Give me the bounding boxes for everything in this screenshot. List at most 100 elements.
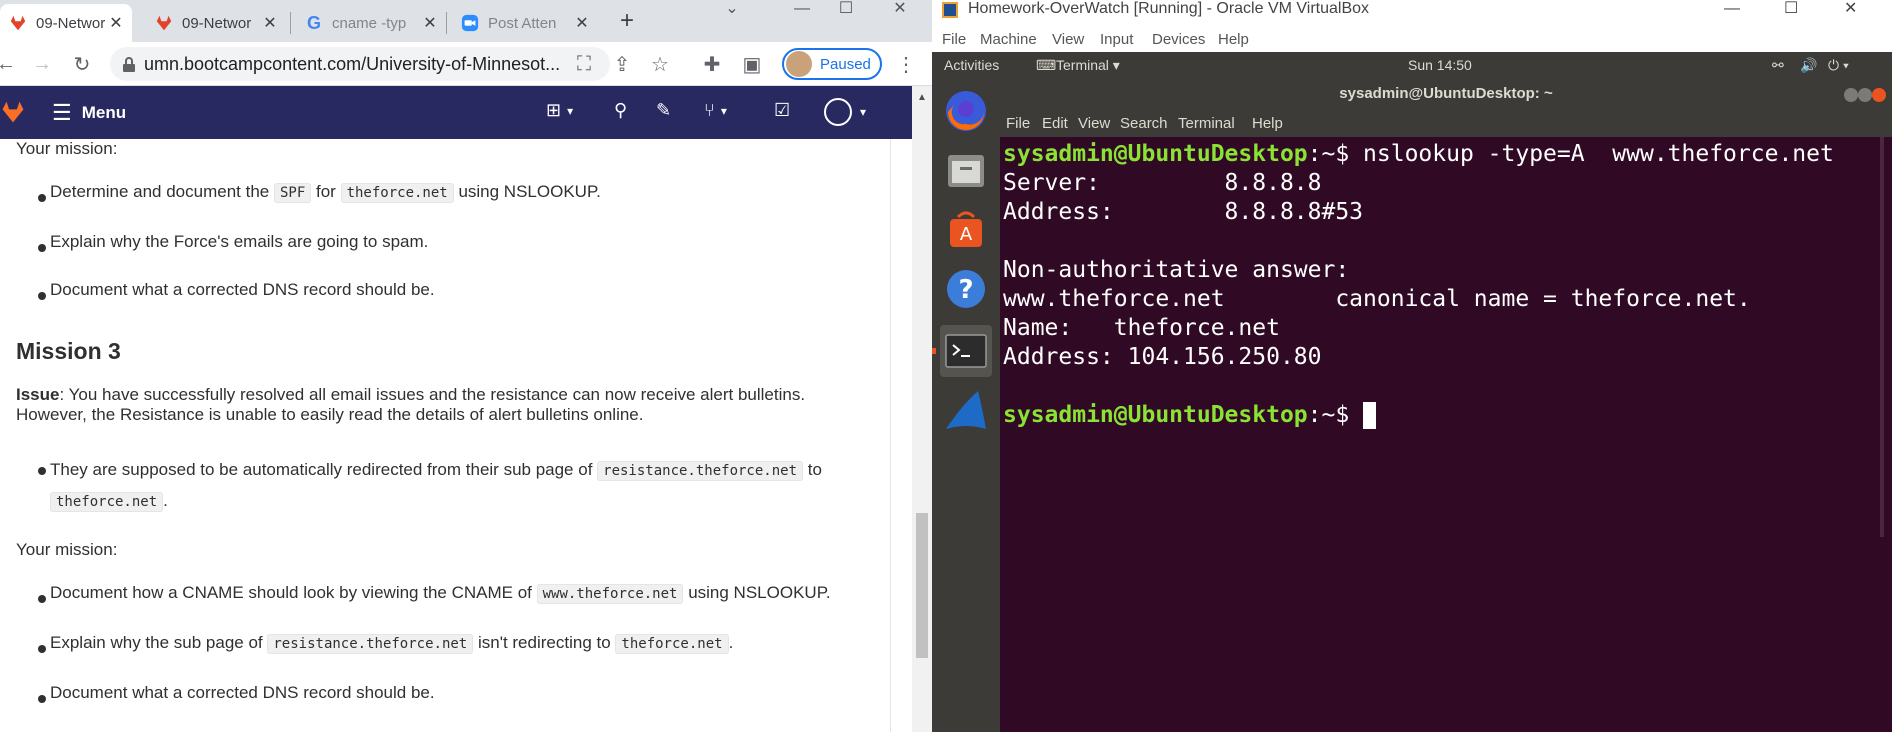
create-new-icon[interactable]: ⊞ ▾ xyxy=(546,100,573,121)
user-avatar-menu[interactable]: ▾ xyxy=(824,98,866,126)
firefox-icon[interactable] xyxy=(940,85,992,137)
help-icon[interactable]: ? xyxy=(940,263,992,315)
content-divider xyxy=(890,139,891,732)
menu-machine[interactable]: Machine xyxy=(980,31,1037,48)
address-bar[interactable]: umn.bootcampcontent.com/University-of-Mi… xyxy=(110,47,610,81)
close-window-icon[interactable] xyxy=(1872,88,1886,102)
menu-view[interactable]: View xyxy=(1052,31,1084,48)
term-menu-edit[interactable]: Edit xyxy=(1042,115,1068,132)
term-menu-file[interactable]: File xyxy=(1006,115,1030,132)
terminal-scrollbar[interactable] xyxy=(1880,137,1884,537)
menu-devices[interactable]: Devices xyxy=(1152,31,1205,48)
virtualbox-window: Homework-OverWatch [Running] - Oracle VM… xyxy=(932,0,1892,732)
browser-window: 09-Networ ✕ 09-Networ ✕ G cname -typ ✕ P… xyxy=(0,0,932,732)
translate-icon[interactable]: ⛶ xyxy=(570,50,598,78)
bullet xyxy=(38,292,46,300)
files-icon[interactable] xyxy=(940,145,992,197)
back-arrow-icon[interactable]: ← xyxy=(0,50,20,78)
close-icon[interactable]: ✕ xyxy=(572,13,592,33)
todo-icon[interactable]: ☑ xyxy=(774,100,790,121)
software-center-icon[interactable]: A xyxy=(940,203,992,255)
menu-button[interactable]: ☰ Menu xyxy=(52,100,126,126)
minimize-icon[interactable]: — xyxy=(1724,0,1740,17)
bullet xyxy=(38,695,46,703)
tab-google[interactable]: G cname -typ ✕ xyxy=(296,4,446,42)
svg-text:A: A xyxy=(960,224,973,245)
text-cursor xyxy=(1363,402,1377,429)
menu-file[interactable]: File xyxy=(942,31,966,48)
list-item: Document what a corrected DNS record sho… xyxy=(50,280,435,299)
output-line: Name: theforce.net xyxy=(1003,315,1280,341)
close-window-icon[interactable]: ✕ xyxy=(880,0,920,22)
reload-icon[interactable]: ↻ xyxy=(68,50,96,78)
power-icon[interactable]: ⏻ ▾ xyxy=(1828,57,1849,74)
search-icon[interactable]: ⚲ xyxy=(614,100,627,121)
bullet xyxy=(38,244,46,252)
minimize-icon[interactable]: — xyxy=(782,0,822,22)
vbox-titlebar: Homework-OverWatch [Running] - Oracle VM… xyxy=(932,0,1892,22)
clock[interactable]: Sun 14:50 xyxy=(1408,57,1472,73)
maximize-icon[interactable]: ☐ xyxy=(1784,0,1798,17)
gitlab-logo-icon[interactable] xyxy=(0,98,26,131)
list-item: Document how a CNAME should look by view… xyxy=(50,583,831,604)
wireshark-icon[interactable] xyxy=(940,385,992,437)
close-icon[interactable]: ✕ xyxy=(420,13,440,33)
chevron-down-icon[interactable]: ⌄ xyxy=(712,0,752,22)
scrollbar[interactable]: ▲ xyxy=(912,86,932,732)
minimize-icon[interactable] xyxy=(1844,88,1858,102)
gitlab-icon xyxy=(8,13,28,33)
menu-input[interactable]: Input xyxy=(1100,31,1133,48)
activities-button[interactable]: Activities xyxy=(944,57,999,73)
term-menu-terminal[interactable]: Terminal xyxy=(1178,115,1235,132)
vbox-menubar: File Machine View Input Devices Help xyxy=(932,28,1892,52)
menu-help[interactable]: Help xyxy=(1218,31,1249,48)
new-tab-button[interactable]: + xyxy=(612,6,642,36)
app-menu[interactable]: Terminal ▾ xyxy=(1056,57,1120,74)
network-icon[interactable]: ⚯ xyxy=(1772,57,1784,74)
issue-paragraph: Issue: You have successfully resolved al… xyxy=(16,385,806,424)
tab-separator xyxy=(446,12,447,34)
output-line: Non-authoritative answer: xyxy=(1003,257,1350,283)
extensions-icon[interactable]: ✚ xyxy=(698,50,726,78)
side-panel-icon[interactable]: ▣ xyxy=(738,50,766,78)
tab-zoom[interactable]: Post Atten ✕ xyxy=(452,4,598,42)
active-indicator xyxy=(932,348,936,354)
output-line: Address: 8.8.8.8#53 xyxy=(1003,199,1364,225)
term-menu-search[interactable]: Search xyxy=(1120,115,1168,132)
maximize-icon[interactable]: ☐ xyxy=(826,0,866,22)
ubuntu-dock: A ? xyxy=(932,79,1000,732)
terminal-window[interactable]: sysadmin@UbuntuDesktop: ~ File Edit View… xyxy=(1000,79,1892,732)
term-menu-view[interactable]: View xyxy=(1078,115,1110,132)
merge-requests-icon[interactable]: ⑂ ▾ xyxy=(704,100,727,121)
terminal-prompt-suffix: :~$ xyxy=(1307,402,1364,428)
share-icon[interactable]: ⇪ xyxy=(608,50,636,78)
output-line: www.theforce.net canonical name = thefor… xyxy=(1003,286,1751,312)
close-icon[interactable]: ✕ xyxy=(106,13,126,33)
scrollbar-thumb[interactable] xyxy=(916,513,928,658)
bullet xyxy=(38,194,46,202)
tab-gitlab-active[interactable]: 09-Networ ✕ xyxy=(0,4,132,42)
bullet xyxy=(38,595,46,603)
star-icon[interactable]: ☆ xyxy=(646,50,674,78)
issues-icon[interactable]: ✎ xyxy=(656,100,671,121)
lock-icon[interactable] xyxy=(122,57,136,72)
volume-icon[interactable]: 🔊 xyxy=(1800,57,1817,74)
avatar xyxy=(786,51,812,77)
close-icon[interactable]: ✕ xyxy=(260,13,280,33)
terminal-menubar: File Edit View Search Terminal Help xyxy=(1000,111,1892,137)
list-item: They are supposed to be automatically re… xyxy=(50,460,822,512)
menu-label: Menu xyxy=(81,103,127,122)
terminal-output[interactable]: sysadmin@UbuntuDesktop:~$ nslookup -type… xyxy=(1003,140,1883,430)
tab-gitlab[interactable]: 09-Networ ✕ xyxy=(146,4,286,42)
more-icon[interactable]: ⋮ xyxy=(892,50,920,78)
profile-button[interactable]: Paused xyxy=(782,48,882,80)
close-window-icon[interactable]: ✕ xyxy=(1844,0,1857,17)
tab-strip: 09-Networ ✕ 09-Networ ✕ G cname -typ ✕ P… xyxy=(0,0,932,42)
terminal-prompt: sysadmin@UbuntuDesktop xyxy=(1003,141,1308,167)
google-icon: G xyxy=(306,12,321,33)
forward-arrow-icon[interactable]: → xyxy=(28,50,56,78)
terminal-icon[interactable] xyxy=(940,325,992,377)
maximize-icon[interactable] xyxy=(1858,88,1872,102)
vm-display[interactable]: Activities ⌨ Terminal ▾ Sun 14:50 ⚯ 🔊 ⏻ … xyxy=(932,52,1892,732)
term-menu-help[interactable]: Help xyxy=(1252,115,1283,132)
